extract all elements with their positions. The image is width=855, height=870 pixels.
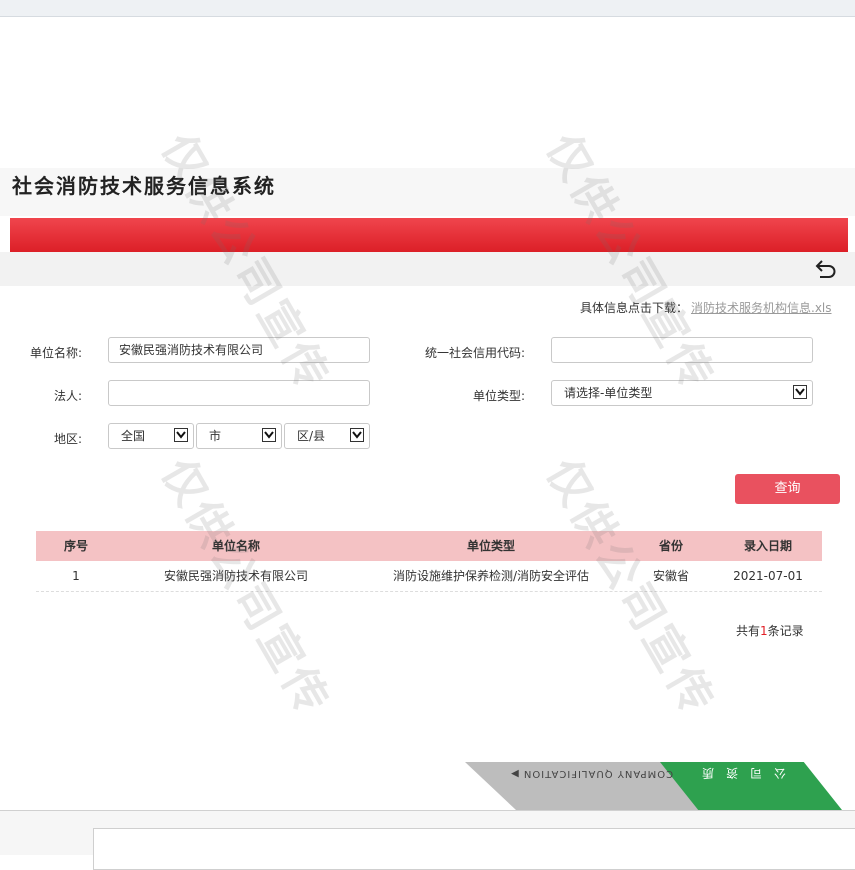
cell-unit-name: 安徽民强消防技术有限公司 bbox=[163, 569, 308, 583]
region-district-selected: 区/县 bbox=[297, 429, 326, 443]
unit-type-selected: 请选择-单位类型 bbox=[564, 386, 653, 400]
red-nav-bar bbox=[10, 218, 848, 252]
cell-province: 安徽省 bbox=[652, 569, 689, 583]
chevron-down-icon bbox=[174, 428, 188, 442]
table-row[interactable]: 1 安徽民强消防技术有限公司 消防设施维护保养检测/消防安全评估 安徽省 202… bbox=[36, 561, 822, 592]
chevron-down-icon bbox=[262, 428, 276, 442]
banner-chinese-text: 公司资质 bbox=[690, 766, 787, 780]
chevron-down-icon bbox=[793, 385, 807, 399]
region-district-select[interactable]: 区/县 bbox=[284, 423, 370, 449]
header-date: 录入日期 bbox=[743, 539, 792, 553]
browser-top-strip bbox=[0, 0, 855, 17]
region-label: 地区: bbox=[53, 432, 82, 446]
record-count: 共有1条记录 bbox=[736, 622, 804, 639]
region-city-select[interactable]: 市 bbox=[196, 423, 282, 449]
region-city-selected: 市 bbox=[209, 429, 222, 443]
toolbar-zone bbox=[0, 252, 855, 286]
unit-type-label: 单位类型: bbox=[472, 389, 525, 403]
system-title: 社会消防技术服务信息系统 bbox=[12, 174, 276, 198]
header-index: 序号 bbox=[63, 539, 88, 553]
record-count-suffix: 条记录 bbox=[767, 624, 804, 638]
table-header: 序号 单位名称 单位类型 省份 录入日期 bbox=[36, 531, 822, 561]
back-arrow-icon[interactable] bbox=[812, 257, 838, 281]
download-label: 具体信息点击下载： bbox=[580, 301, 689, 315]
chevron-down-icon bbox=[350, 428, 364, 442]
record-count-number: 1 bbox=[760, 624, 768, 638]
region-country-selected: 全国 bbox=[121, 429, 146, 443]
cell-date: 2021-07-01 bbox=[733, 569, 803, 583]
download-link[interactable]: 消防技术服务机构信息.xls bbox=[691, 299, 832, 316]
cell-unit-type: 消防设施维护保养检测/消防安全评估 bbox=[392, 569, 590, 583]
unit-type-select[interactable]: 请选择-单位类型 bbox=[551, 380, 813, 406]
header-unit-name: 单位名称 bbox=[211, 539, 260, 553]
credit-code-label: 统一社会信用代码: bbox=[424, 346, 525, 360]
legal-rep-input[interactable] bbox=[108, 380, 370, 406]
credit-code-input[interactable] bbox=[551, 337, 813, 363]
header-unit-type: 单位类型 bbox=[466, 539, 515, 553]
record-count-prefix: 共有 bbox=[736, 624, 761, 638]
cell-index: 1 bbox=[72, 569, 80, 583]
legal-rep-label: 法人: bbox=[53, 389, 82, 403]
unit-name-label: 单位名称: bbox=[29, 346, 82, 360]
banner-english-text: COMPANY QUALIFICATION ▶ bbox=[510, 768, 674, 779]
unit-name-input[interactable]: 安徽民强消防技术有限公司 bbox=[108, 337, 370, 363]
bottom-content-box bbox=[93, 828, 855, 870]
header-province: 省份 bbox=[658, 539, 683, 553]
query-button[interactable]: 查询 bbox=[735, 474, 840, 504]
region-country-select[interactable]: 全国 bbox=[108, 423, 194, 449]
